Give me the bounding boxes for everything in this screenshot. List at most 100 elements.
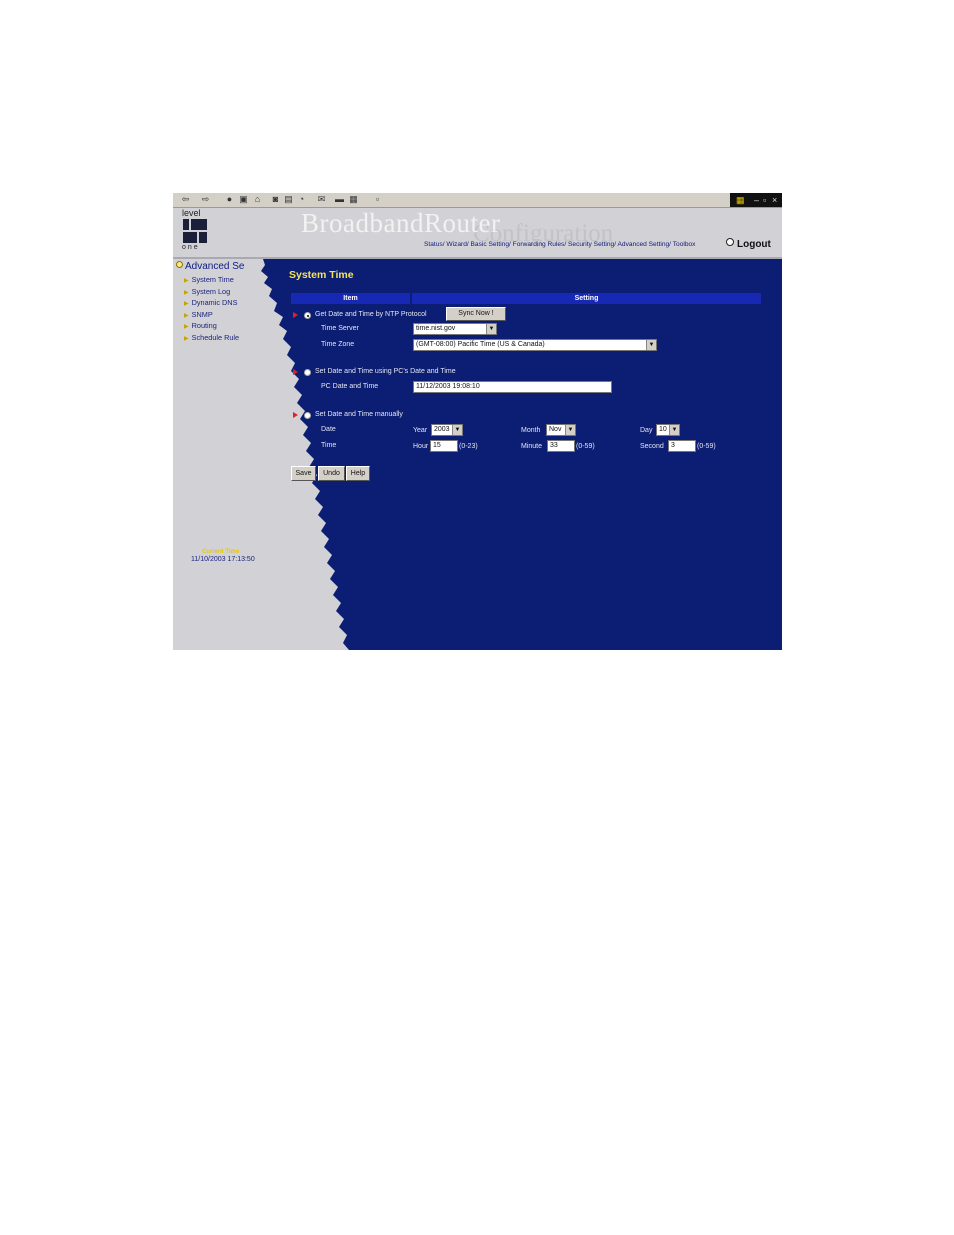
year-value: 2003 [434,426,450,433]
print-icon[interactable]: ▬ [335,195,344,204]
second-range: (0-59) [697,443,716,450]
minute-field[interactable]: 33 [547,440,575,452]
day-label: Day [640,427,653,434]
triangle-right-icon: ▶ [184,301,189,308]
triangle-right-icon: ▶ [184,335,189,342]
sidebar-item-label: System Log [191,286,231,296]
sidebar-item-routing[interactable]: ▶ Routing [184,321,239,333]
sidebar-item-schedule-rule[interactable]: ▶ Schedule Rule [184,333,239,345]
sidebar-item-label: Schedule Rule [191,332,240,342]
pointer-icon [293,412,298,418]
sidebar-item-system-time[interactable]: ▶ System Time [184,275,239,287]
triangle-right-icon: ▶ [184,278,189,284]
pointer-icon [293,312,298,318]
pc-option-label: Set Date and Time using PC's Date and Ti… [315,368,456,375]
forward-icon[interactable]: ⇨ [201,195,210,204]
sidebar-menu: ▶ System Time ▶ System Log ▶ Dynamic DNS ▶ S… [184,275,239,345]
refresh-icon[interactable]: ▣ [239,195,248,204]
time-server-label: Time Server [321,325,359,332]
window-controls: ▦ – ▫ × [730,193,782,207]
hour-range: (0-23) [459,443,478,450]
day-select[interactable]: 10 ▼ [656,424,680,436]
minute-range: (0-59) [576,443,595,450]
month-select[interactable]: Nov ▼ [546,424,576,436]
ntp-radio[interactable] [304,312,311,319]
close-icon[interactable]: × [772,194,777,206]
discuss-icon[interactable]: ▫ [373,195,382,204]
time-zone-value: (GMT-08:00) Pacific Time (US & Canada) [416,341,545,348]
date-label: Date [321,426,336,433]
mail-icon[interactable]: ✉ [317,195,326,204]
month-label: Month [521,427,541,434]
favorites-icon[interactable]: ▤ [284,195,293,204]
second-field[interactable]: 3 [668,440,696,452]
column-header-item: Item [291,293,410,304]
stop-icon[interactable]: ● [225,195,234,204]
chevron-down-icon: ▼ [486,324,496,334]
minimize-icon[interactable]: – [754,194,759,206]
triangle-right-icon: ▶ [184,289,189,296]
column-header-setting: Setting [412,293,761,304]
time-server-value: time.nist.gov [416,325,456,332]
year-label: Year [413,427,428,434]
pointer-icon [293,369,298,375]
time-zone-label: Time Zone [321,341,355,348]
back-icon[interactable]: ⇦ [181,195,190,204]
chevron-down-icon: ▼ [452,425,462,435]
sync-now-button[interactable]: Sync Now ! [446,307,506,321]
time-server-select[interactable]: time.nist.gov ▼ [413,323,497,335]
home-icon[interactable]: ⌂ [253,195,262,204]
sidebar-item-label: SNMP [191,309,213,319]
browser-toolbar: ⇦ ⇨ ● ▣ ⌂ ◙ ▤ ◔ ✉ ▬ ▦ ▫ ▦ – ▫ × [173,193,782,208]
edit-icon[interactable]: ▦ [349,195,358,204]
logout-radio-icon [726,238,734,246]
sidebar-item-label: System Time [191,275,234,284]
hour-field[interactable]: 15 [430,440,458,452]
browser-screenshot: ⇦ ⇨ ● ▣ ⌂ ◙ ▤ ◔ ✉ ▬ ▦ ▫ ▦ – ▫ × level on… [173,193,782,650]
ntp-option-label: Get Date and Time by NTP Protocol [315,311,427,318]
search-icon[interactable]: ◙ [271,195,280,204]
minute-label: Minute [521,443,543,450]
logo-mark-icon [183,219,207,243]
chevron-down-icon: ▼ [565,425,575,435]
day-value: 10 [659,426,667,433]
pc-time-radio[interactable] [304,369,311,376]
month-value: Nov [549,426,562,433]
manual-option-label: Set Date and Time manually [315,411,403,418]
sidebar-item-label: Dynamic DNS [191,298,238,308]
brand-title: BroadbandRouter [301,208,501,238]
sidebar-item-system-log[interactable]: ▶ System Log [184,287,239,299]
logout-link[interactable]: Logout [726,238,771,250]
restore-icon[interactable]: ▫ [763,194,766,206]
sidebar-item-snmp[interactable]: ▶ SNMP [184,310,239,322]
sidebar-title-label: Advanced Se [185,261,245,272]
sidebar-item-dynamic-dns[interactable]: ▶ Dynamic DNS [184,298,239,310]
logo-top-text: level [182,208,201,218]
undo-button[interactable]: Undo [318,466,345,481]
sidebar-radio-icon [176,261,183,268]
year-select[interactable]: 2003 ▼ [431,424,463,436]
save-button[interactable]: Save [291,466,316,481]
router-header: level one Configuration BroadbandRouter … [173,208,782,259]
time-label: Time [321,442,337,449]
sidebar-title: Advanced Se [176,261,245,272]
windows-logo-icon: ▦ [736,195,745,205]
pc-time-label: PC Date and Time [321,383,379,390]
chevron-down-icon: ▼ [646,340,656,350]
logout-label: Logout [737,239,771,250]
current-time-value: 11/10/2003 17:13:50 [191,556,255,563]
top-nav-menu[interactable]: Status/ Wizard/ Basic Setting/ Forwardin… [424,241,695,248]
manual-radio[interactable] [304,412,311,419]
logo-bottom-text: one [182,244,200,251]
levelone-logo: level one [182,209,210,255]
second-label: Second [640,443,664,450]
hour-label: Hour [413,443,429,450]
help-button[interactable]: Help [346,466,370,481]
triangle-right-icon: ▶ [184,324,189,331]
pc-time-field[interactable]: 11/12/2003 19:08:10 [413,381,612,393]
chevron-down-icon: ▼ [669,425,679,435]
time-zone-select[interactable]: (GMT-08:00) Pacific Time (US & Canada) ▼ [413,339,657,351]
history-icon[interactable]: ◔ [297,195,306,204]
triangle-right-icon: ▶ [184,312,189,319]
page-title: System Time [289,269,354,281]
